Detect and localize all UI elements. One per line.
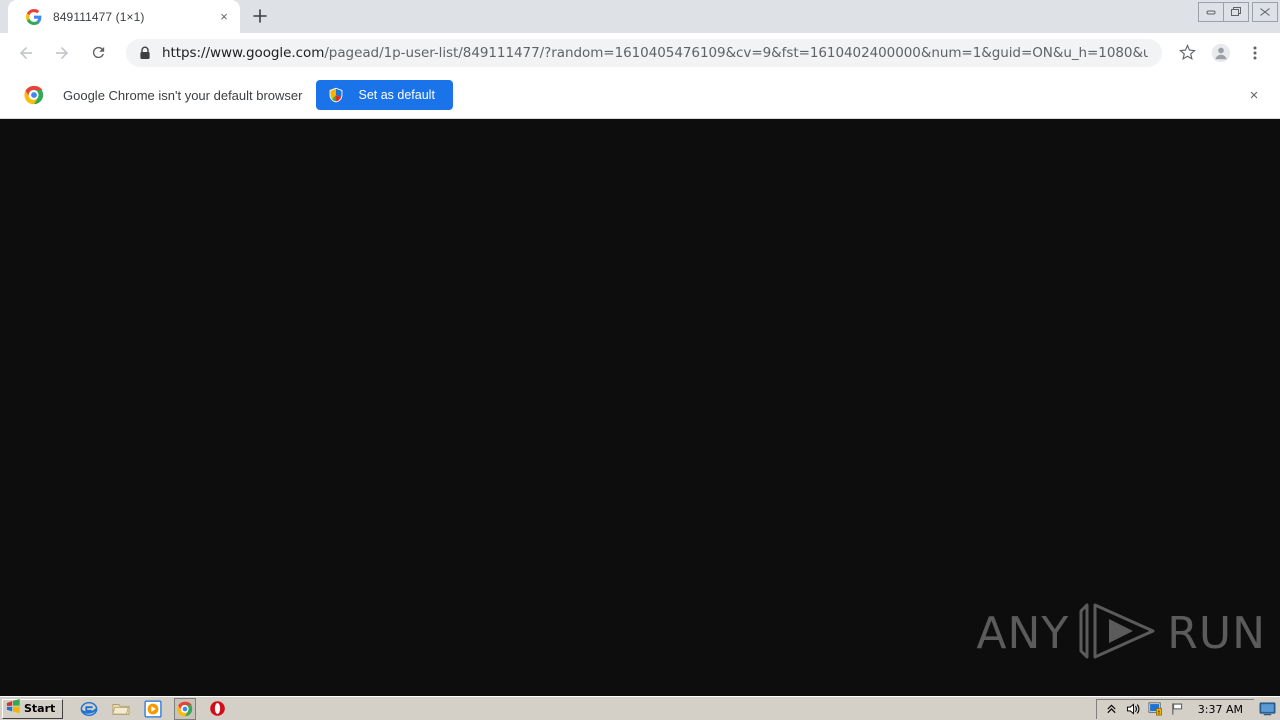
address-bar-url: https://www.google.com/pagead/1p-user-li… [162, 45, 1148, 61]
windows-flag-icon [6, 698, 21, 719]
network-flag-icon[interactable] [1169, 700, 1187, 718]
address-bar[interactable]: https://www.google.com/pagead/1p-user-li… [126, 38, 1162, 67]
tab-close-button[interactable]: × [216, 9, 232, 25]
system-tray: 3:37 AM [1095, 698, 1254, 719]
watermark-text-run: RUN [1167, 607, 1266, 659]
lock-icon [139, 46, 151, 60]
infobar-message: Google Chrome isn't your default browser [63, 87, 303, 103]
tab-title: 849111477 (1×1) [53, 9, 145, 24]
minimize-button[interactable] [1198, 2, 1224, 22]
google-g-icon [26, 8, 42, 25]
start-label: Start [24, 702, 56, 715]
restore-button[interactable] [1223, 2, 1249, 22]
browser-tab[interactable]: 849111477 (1×1) × [8, 0, 240, 33]
reload-icon[interactable] [84, 39, 112, 67]
anyrun-watermark: ANY RUN [976, 601, 1266, 666]
quick-launch-bar [73, 697, 233, 720]
window-controls [1198, 1, 1278, 23]
taskbar: Start 3:37 AM [0, 696, 1280, 720]
internet-explorer-icon[interactable] [78, 698, 100, 720]
address-bar-host: https://www.google.com [162, 44, 325, 61]
close-button[interactable] [1252, 2, 1278, 22]
set-as-default-label: Set as default [358, 88, 435, 102]
infobar-close-button[interactable]: × [1242, 83, 1266, 107]
page-content: ANY RUN [0, 120, 1280, 696]
security-alert-icon[interactable] [1147, 700, 1165, 718]
show-hidden-icons-icon[interactable] [1103, 700, 1121, 718]
browser-toolbar: https://www.google.com/pagead/1p-user-li… [0, 33, 1280, 72]
avatar[interactable] [1207, 39, 1235, 67]
media-player-icon[interactable] [142, 698, 164, 720]
file-explorer-icon[interactable] [110, 698, 132, 720]
new-tab-button[interactable] [246, 2, 274, 30]
set-as-default-button[interactable]: Set as default [316, 80, 453, 110]
opera-icon[interactable] [206, 698, 228, 720]
tab-strip: 849111477 (1×1) × [0, 0, 1280, 33]
chrome-icon[interactable] [174, 697, 197, 720]
chrome-logo-icon [24, 85, 44, 105]
volume-icon[interactable] [1125, 700, 1143, 718]
default-browser-infobar: Google Chrome isn't your default browser… [0, 72, 1280, 119]
watermark-text-any: ANY [976, 607, 1070, 659]
shield-icon [328, 87, 344, 103]
start-button[interactable]: Start [2, 698, 64, 719]
display-icon[interactable] [1258, 700, 1276, 718]
forward-arrow-icon[interactable] [48, 39, 76, 67]
play-triangle-icon [1075, 601, 1161, 666]
back-arrow-icon[interactable] [12, 39, 40, 67]
address-bar-path: /pagead/1p-user-list/849111477/?random=1… [324, 44, 1148, 61]
clock[interactable]: 3:37 AM [1198, 703, 1243, 716]
star-icon[interactable] [1173, 39, 1201, 67]
three-dot-menu-icon[interactable] [1241, 39, 1269, 67]
